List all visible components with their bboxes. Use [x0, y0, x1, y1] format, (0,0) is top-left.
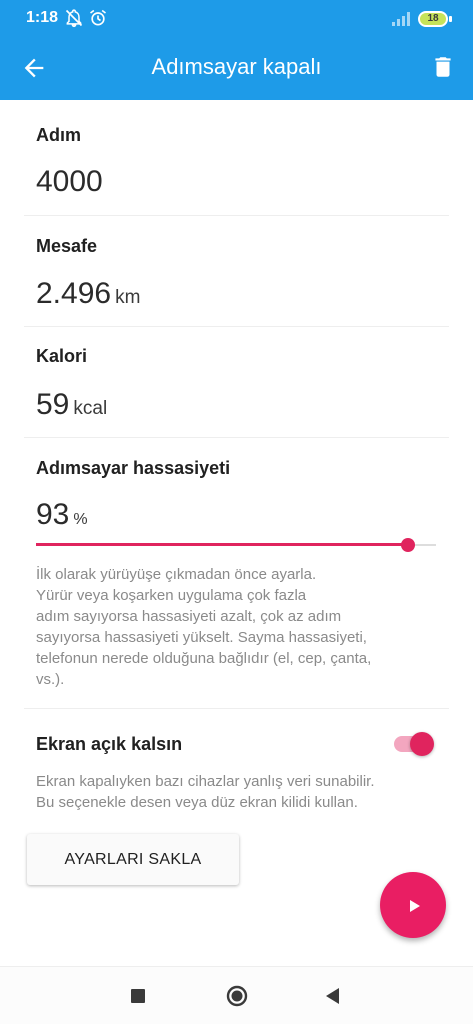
- back-triangle-icon[interactable]: [322, 985, 344, 1007]
- calories-value[interactable]: 59 kcal: [36, 388, 107, 422]
- battery-icon: 18: [418, 11, 448, 27]
- save-settings-button[interactable]: AYARLARI SAKLA: [27, 834, 239, 885]
- calories-number: 59: [36, 388, 70, 421]
- play-icon: [410, 900, 420, 912]
- recents-square-icon[interactable]: [127, 985, 149, 1007]
- keep-screen-on-label: Ekran açık kalsın: [36, 734, 183, 754]
- delete-icon[interactable]: [430, 53, 456, 81]
- toggle-knob: [410, 732, 434, 756]
- help-line: İlk olarak yürüyüşe çıkmadan önce ayarla…: [36, 566, 317, 583]
- notifications-off-icon: [65, 9, 83, 28]
- sensitivity-slider[interactable]: [36, 538, 436, 552]
- slider-thumb[interactable]: [401, 538, 415, 552]
- divider: [24, 437, 449, 438]
- divider: [24, 215, 449, 216]
- calories-label: Kalori: [36, 346, 88, 366]
- help-line: Ekran kapalıyken bazı cihazlar yanlış ve…: [36, 773, 375, 790]
- distance-unit: km: [115, 287, 141, 308]
- help-line: adım sayıyorsa hassasiyeti azalt, çok az…: [36, 608, 342, 625]
- steps-number: 4000: [36, 165, 103, 198]
- signal-icon: [392, 12, 410, 26]
- sensitivity-number: 93: [36, 498, 70, 531]
- app-bar: Adımsayar kapalı: [0, 34, 473, 100]
- steps-value[interactable]: 4000: [36, 165, 103, 199]
- page-title: Adımsayar kapalı: [151, 54, 322, 79]
- status-time: 1:18: [26, 9, 59, 26]
- distance-number: 2.496: [36, 277, 112, 310]
- status-bar: 1:18 18: [0, 0, 473, 34]
- keep-screen-on-help: Ekran kapalıyken bazı cihazlar yanlış ve…: [36, 771, 446, 813]
- help-line: vs.).: [36, 671, 65, 688]
- navigation-bar: [0, 966, 473, 1024]
- help-line: telefonun nerede olduğuna bağlıdır (el, …: [36, 650, 372, 667]
- sensitivity-label: Adımsayar hassasiyeti: [36, 458, 231, 478]
- battery-tip: [449, 16, 452, 22]
- slider-fill: [36, 543, 408, 546]
- alarm-icon: [90, 9, 106, 26]
- help-line: sayıyorsa hassasiyeti yükselt. Sayma has…: [36, 629, 367, 646]
- sensitivity-help: İlk olarak yürüyüşe çıkmadan önce ayarla…: [36, 564, 446, 690]
- sensitivity-unit: %: [73, 511, 88, 528]
- start-fab-button[interactable]: [380, 872, 446, 938]
- keep-screen-on-toggle[interactable]: [394, 732, 434, 756]
- steps-label: Adım: [36, 125, 81, 145]
- divider: [24, 326, 449, 327]
- distance-value[interactable]: 2.496 km: [36, 277, 140, 311]
- sensitivity-value: 93%: [36, 498, 88, 532]
- distance-label: Mesafe: [36, 236, 98, 256]
- help-line: Bu seçenekle desen veya düz ekran kilidi…: [36, 794, 358, 811]
- home-circle-icon[interactable]: [226, 985, 248, 1007]
- divider: [24, 708, 449, 709]
- help-line: Yürür veya koşarken uygulama çok fazla: [36, 587, 307, 604]
- calories-unit: kcal: [73, 398, 108, 419]
